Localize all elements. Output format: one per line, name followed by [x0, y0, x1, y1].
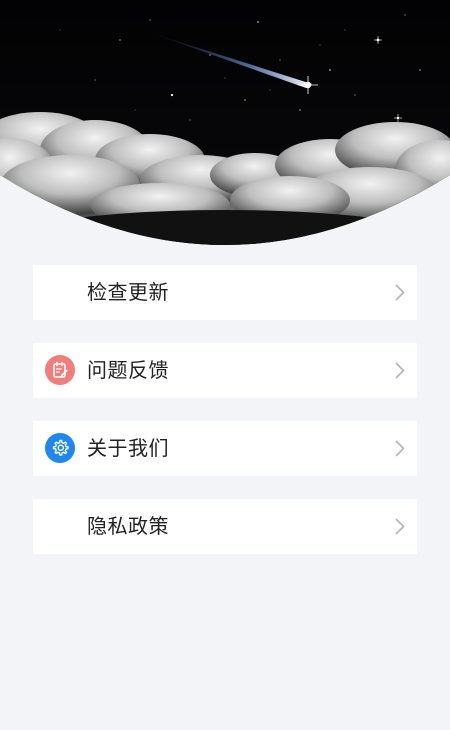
header-banner-image — [0, 0, 450, 255]
gear-icon — [45, 433, 75, 463]
chevron-right-icon — [395, 284, 405, 301]
feedback-notepad-icon — [45, 355, 75, 385]
menu-item-label: 关于我们 — [87, 436, 169, 460]
menu-item-check-update[interactable]: 检查更新 — [33, 265, 417, 320]
menu-item-feedback[interactable]: 问题反馈 — [33, 343, 417, 398]
check-update-icon — [45, 277, 75, 307]
menu-item-label: 问题反馈 — [87, 358, 169, 382]
chevron-right-icon — [395, 362, 405, 379]
menu-item-privacy-policy[interactable]: 隐私政策 — [33, 499, 417, 554]
menu-item-about-us[interactable]: 关于我们 — [33, 421, 417, 476]
chevron-right-icon — [395, 518, 405, 535]
menu-item-label: 隐私政策 — [87, 514, 169, 538]
privacy-policy-icon — [45, 511, 75, 541]
menu-item-label: 检查更新 — [87, 280, 169, 304]
night-sky-illustration — [0, 0, 450, 245]
settings-page: 检查更新 问题反馈 关于我们 隐私政策 — [0, 0, 450, 730]
chevron-right-icon — [395, 440, 405, 457]
settings-menu: 检查更新 问题反馈 关于我们 隐私政策 — [33, 265, 417, 577]
